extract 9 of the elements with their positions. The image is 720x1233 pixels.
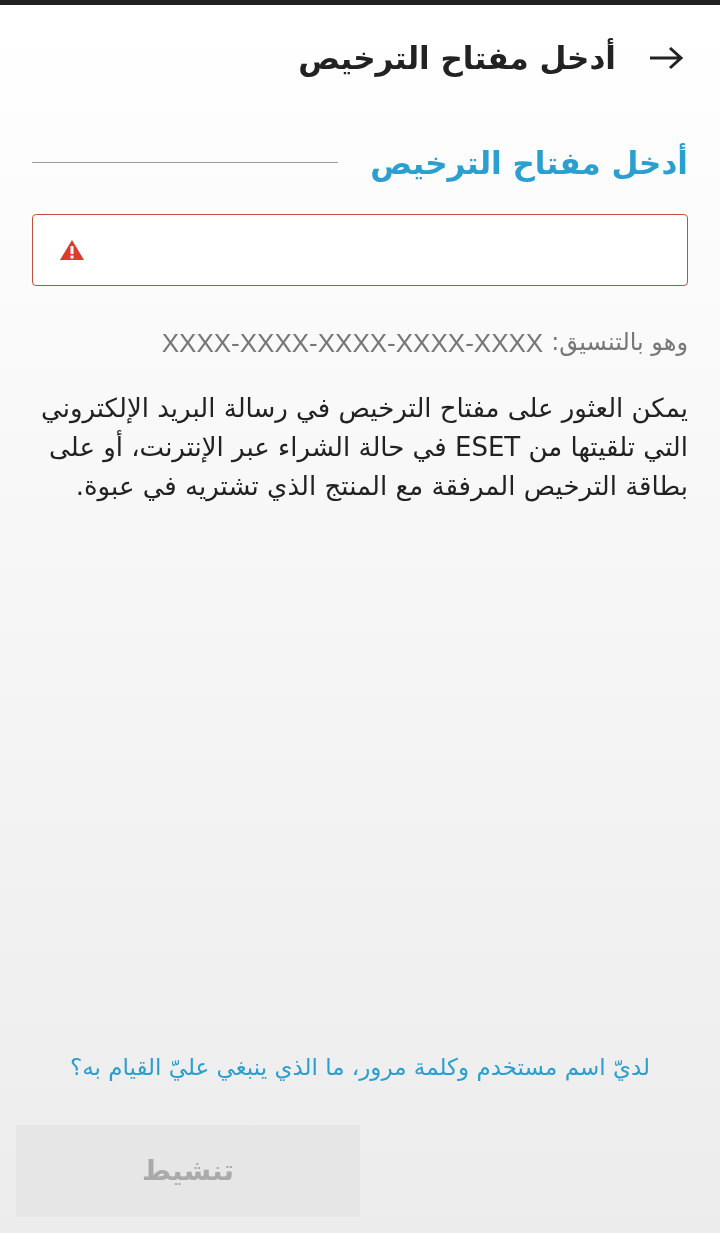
format-label: وهو بالتنسيق: [551, 327, 688, 358]
license-key-field[interactable] [32, 214, 688, 286]
description-text: يمكن العثور على مفتاح الترخيص في رسالة البريد الإلكتروني التي تلقيتها من ESET في حالة الشراء عبر الإنترنت، أو على بطاقة الترخيص المرفقة مع المنتج الذي تشتريه في عبوة. [39, 392, 689, 504]
section-title: أدخل مفتاح الترخيص [370, 142, 688, 184]
back-arrow-icon[interactable] [648, 46, 684, 71]
screen-title: أدخل مفتاح الترخيص [298, 37, 616, 79]
format-pattern: XXXX-XXXX-XXXX-XXXX-XXXX [161, 327, 544, 360]
warning-icon [59, 239, 85, 261]
help-link[interactable]: لديّ اسم مستخدم وكلمة مرور، ما الذي ينبغي عليّ القيام به؟ [0, 1050, 720, 1085]
